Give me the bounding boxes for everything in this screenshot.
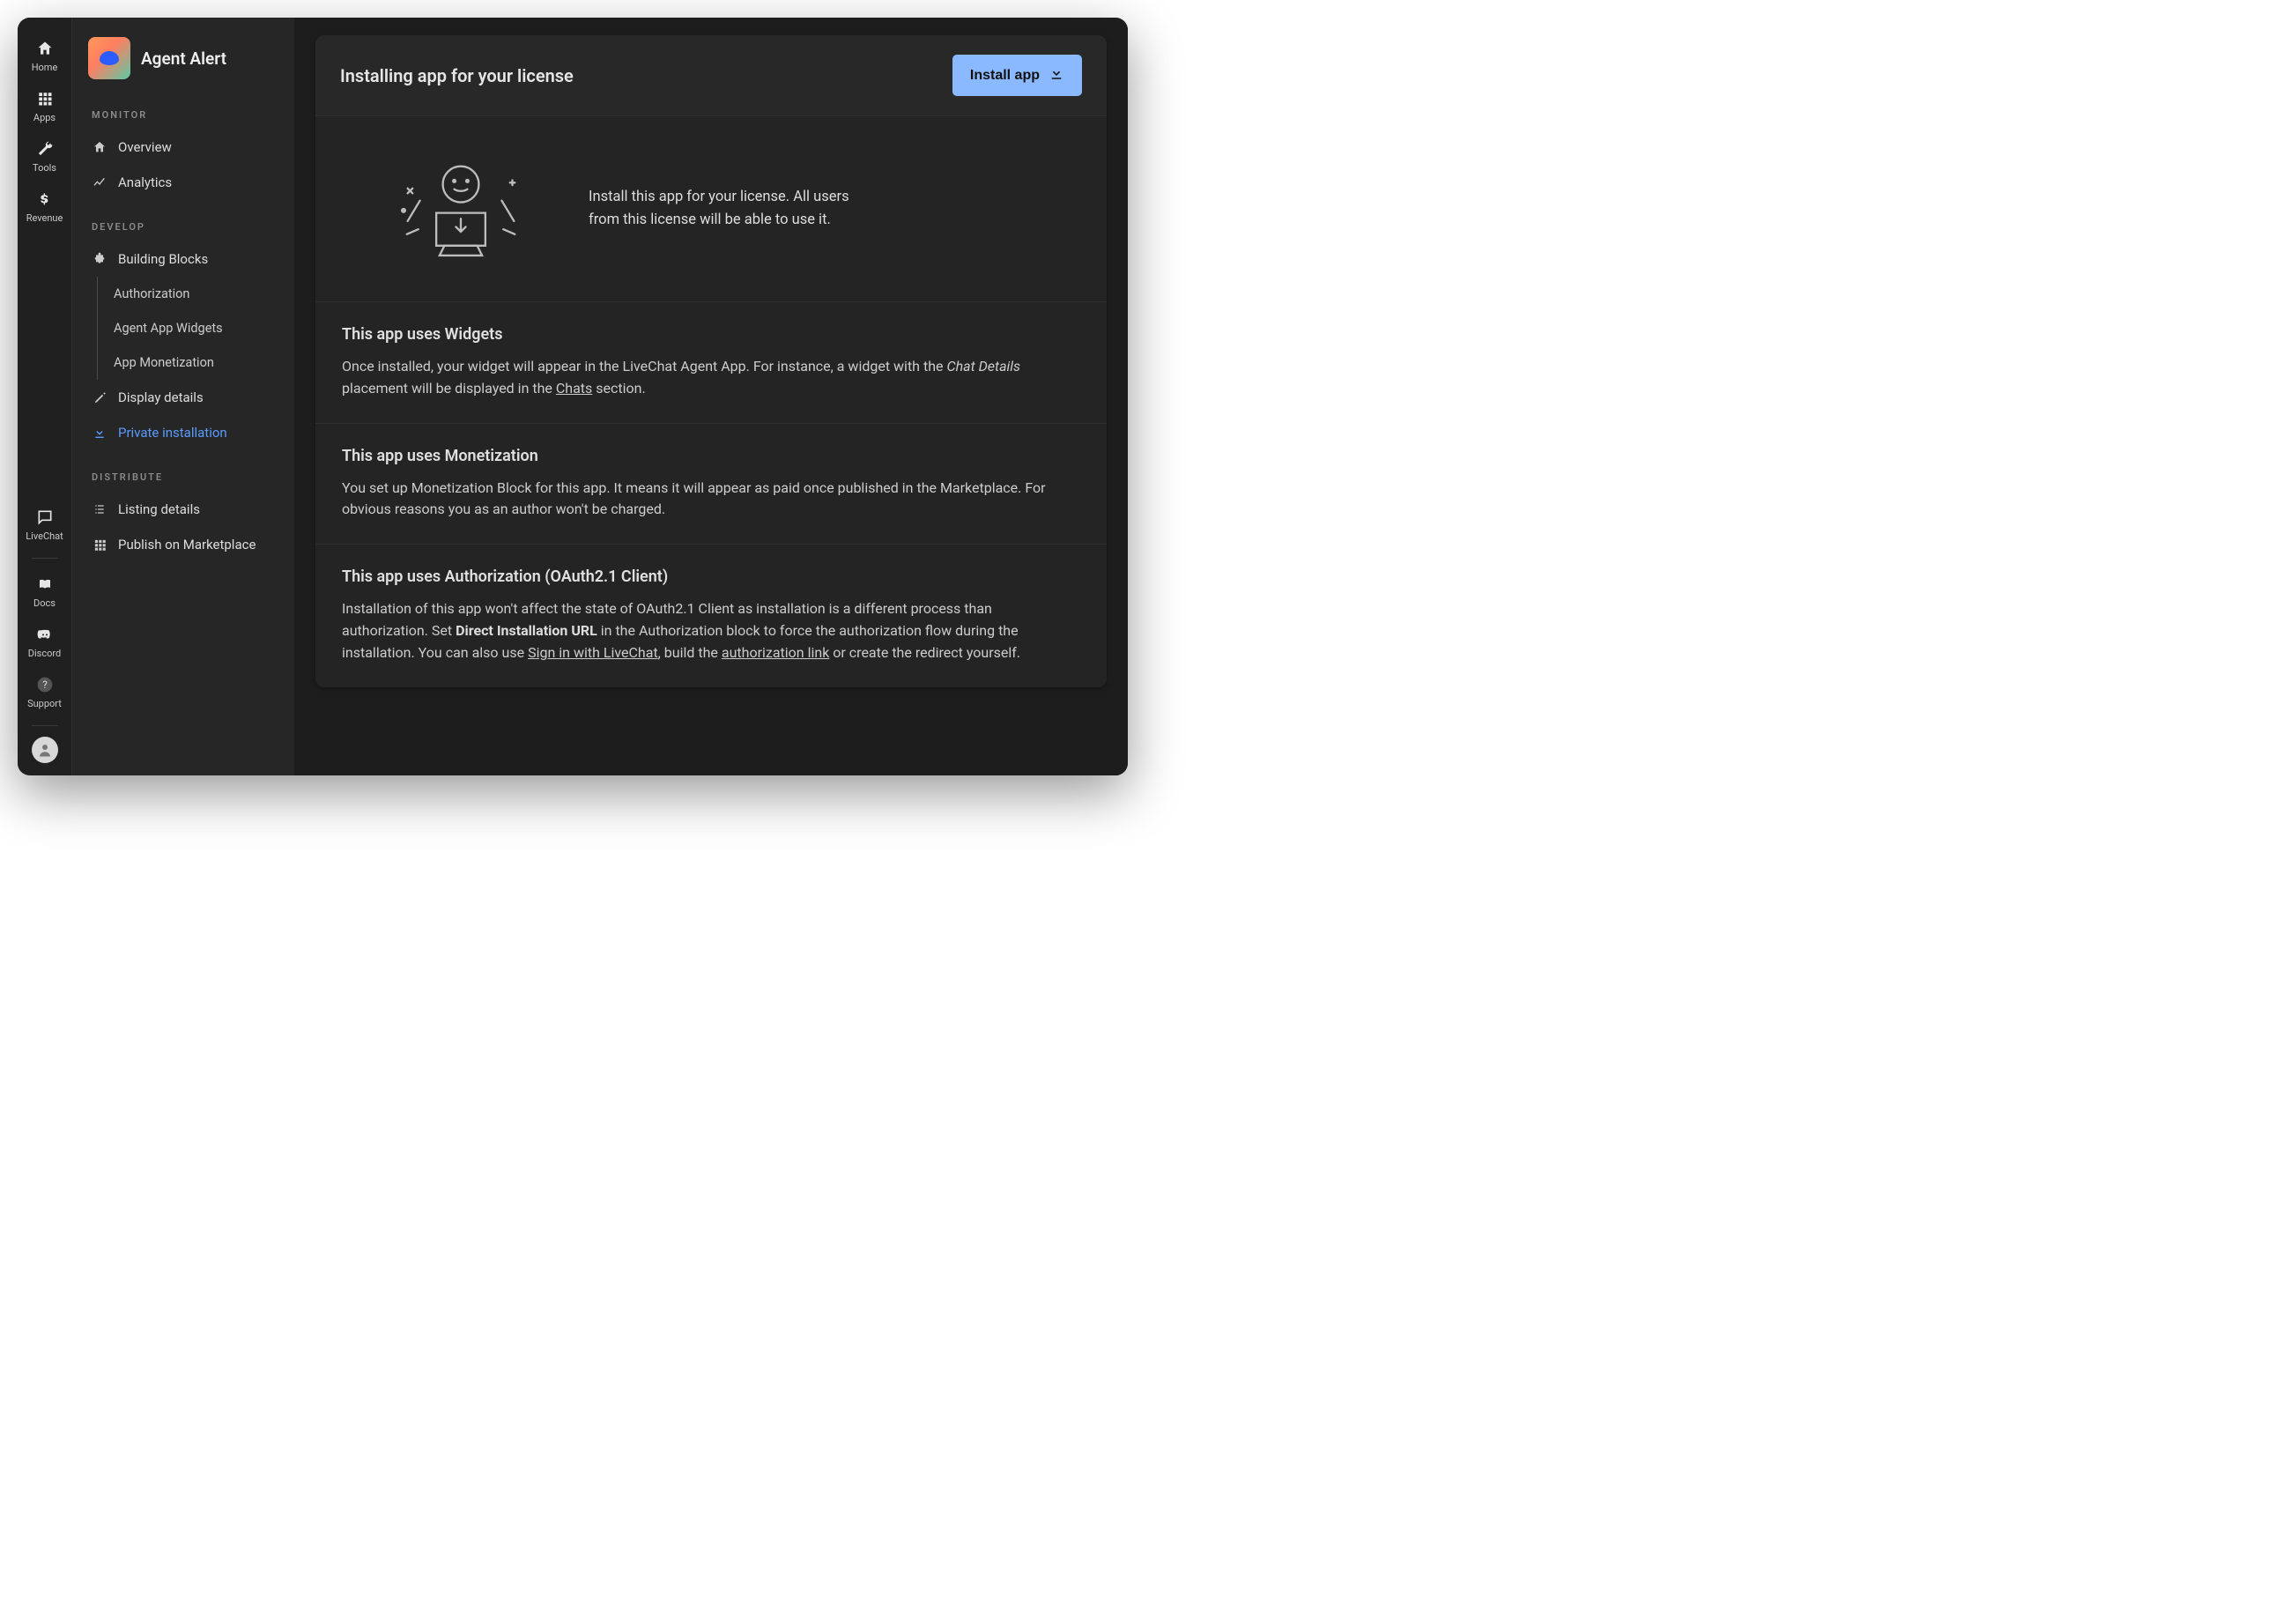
- rail-revenue[interactable]: Revenue: [20, 184, 70, 229]
- nav-app-monetization[interactable]: App Monetization: [98, 345, 294, 380]
- section-monetization-title: This app uses Monetization: [342, 447, 1080, 465]
- widgets-chat-details-em: Chat Details: [946, 358, 1020, 374]
- nav-building-blocks-label: Building Blocks: [118, 251, 208, 267]
- rail-home-label: Home: [32, 62, 58, 73]
- nav-overview-label: Overview: [118, 139, 172, 155]
- auth-direct-url-bold: Direct Installation URL: [456, 622, 597, 639]
- install-icon: [1049, 65, 1064, 85]
- auth-text-3: , build the: [658, 644, 722, 661]
- rail-apps[interactable]: Apps: [20, 84, 70, 129]
- chart-icon: [92, 174, 107, 190]
- rail-discord-label: Discord: [28, 648, 61, 659]
- rail-support-label: Support: [27, 698, 62, 709]
- rail-livechat[interactable]: LiveChat: [20, 502, 70, 547]
- install-app-button[interactable]: Install app: [952, 55, 1082, 96]
- intro-text: Install this app for your license. All u…: [589, 186, 853, 231]
- grid-icon: [92, 537, 107, 552]
- section-monetization: This app uses Monetization You set up Mo…: [315, 424, 1107, 545]
- section-label-develop: DEVELOP: [72, 200, 294, 241]
- section-label-monitor: MONITOR: [72, 88, 294, 130]
- list-icon: [92, 501, 107, 517]
- nav-building-blocks[interactable]: Building Blocks: [72, 241, 294, 277]
- nav-display-details[interactable]: Display details: [72, 380, 294, 415]
- section-widgets: This app uses Widgets Once installed, yo…: [315, 302, 1107, 424]
- rail-livechat-label: LiveChat: [26, 530, 63, 542]
- section-monetization-body: You set up Monetization Block for this a…: [342, 478, 1080, 522]
- sidebar: Agent Alert MONITOR Overview Analytics D…: [72, 18, 294, 775]
- app-window: Home Apps Tools Revenue: [18, 18, 1128, 775]
- rail-separator: [32, 558, 58, 559]
- section-authorization-title: This app uses Authorization (OAuth2.1 Cl…: [342, 567, 1080, 586]
- intro-row: Install this app for your license. All u…: [315, 116, 1107, 302]
- rail-separator: [32, 725, 58, 726]
- section-widgets-title: This app uses Widgets: [342, 325, 1080, 344]
- building-blocks-children: Authorization Agent App Widgets App Mone…: [97, 277, 294, 380]
- section-authorization: This app uses Authorization (OAuth2.1 Cl…: [315, 545, 1107, 686]
- install-card: Installing app for your license Install …: [315, 35, 1107, 687]
- signin-livechat-link[interactable]: Sign in with LiveChat: [528, 644, 658, 661]
- chat-icon: [35, 508, 55, 527]
- nav-listing-details-label: Listing details: [118, 501, 200, 517]
- puzzle-icon: [92, 251, 107, 267]
- home-icon: [35, 39, 55, 58]
- nav-authorization[interactable]: Authorization: [98, 277, 294, 311]
- rail-apps-label: Apps: [33, 112, 56, 123]
- rail-revenue-label: Revenue: [26, 212, 63, 224]
- wrench-icon: [35, 139, 55, 159]
- card-header: Installing app for your license Install …: [315, 35, 1107, 116]
- nav-private-installation-label: Private installation: [118, 425, 227, 441]
- chats-link[interactable]: Chats: [556, 380, 592, 397]
- nav-authorization-label: Authorization: [114, 286, 189, 301]
- auth-text-4: or create the redirect yourself.: [829, 644, 1020, 661]
- app-header: Agent Alert: [72, 37, 294, 88]
- discord-icon: [35, 625, 55, 644]
- widgets-text-3: section.: [592, 380, 645, 397]
- rail-tools-label: Tools: [33, 162, 56, 174]
- widgets-text-1: Once installed, your widget will appear …: [342, 358, 946, 374]
- rail-docs-label: Docs: [33, 597, 56, 609]
- home-small-icon: [92, 139, 107, 155]
- nav-agent-widgets[interactable]: Agent App Widgets: [98, 311, 294, 345]
- nav-display-details-label: Display details: [118, 389, 204, 405]
- app-logo: [88, 37, 130, 79]
- install-app-button-label: Install app: [970, 68, 1040, 84]
- help-icon: ?: [35, 675, 55, 694]
- download-icon: [92, 425, 107, 441]
- nav-analytics-label: Analytics: [118, 174, 172, 190]
- nav-listing-details[interactable]: Listing details: [72, 492, 294, 527]
- nav-app-monetization-label: App Monetization: [114, 355, 214, 370]
- rail-home[interactable]: Home: [20, 33, 70, 78]
- nav-overview[interactable]: Overview: [72, 130, 294, 165]
- book-icon: [35, 575, 55, 594]
- apps-icon: [35, 89, 55, 108]
- install-illustration: [368, 152, 553, 266]
- nav-rail: Home Apps Tools Revenue: [18, 18, 72, 775]
- rail-tools[interactable]: Tools: [20, 134, 70, 179]
- rail-support[interactable]: ? Support: [20, 670, 70, 715]
- user-avatar[interactable]: [32, 737, 58, 763]
- app-title: Agent Alert: [141, 48, 226, 69]
- pencil-icon: [92, 389, 107, 405]
- section-label-distribute: DISTRIBUTE: [72, 450, 294, 492]
- nav-publish-marketplace-label: Publish on Marketplace: [118, 537, 256, 552]
- nav-publish-marketplace[interactable]: Publish on Marketplace: [72, 527, 294, 562]
- svg-text:?: ?: [42, 679, 48, 691]
- widgets-text-2: placement will be displayed in the: [342, 380, 556, 397]
- dollar-icon: [35, 189, 55, 209]
- section-widgets-body: Once installed, your widget will appear …: [342, 356, 1080, 400]
- card-title: Installing app for your license: [340, 65, 574, 86]
- rail-discord[interactable]: Discord: [20, 619, 70, 664]
- nav-private-installation[interactable]: Private installation: [72, 415, 294, 450]
- rail-docs[interactable]: Docs: [20, 569, 70, 614]
- authorization-link-link[interactable]: authorization link: [722, 644, 829, 661]
- section-authorization-body: Installation of this app won't affect th…: [342, 598, 1080, 664]
- nav-agent-widgets-label: Agent App Widgets: [114, 321, 223, 336]
- nav-analytics[interactable]: Analytics: [72, 165, 294, 200]
- main-content: Installing app for your license Install …: [294, 18, 1128, 775]
